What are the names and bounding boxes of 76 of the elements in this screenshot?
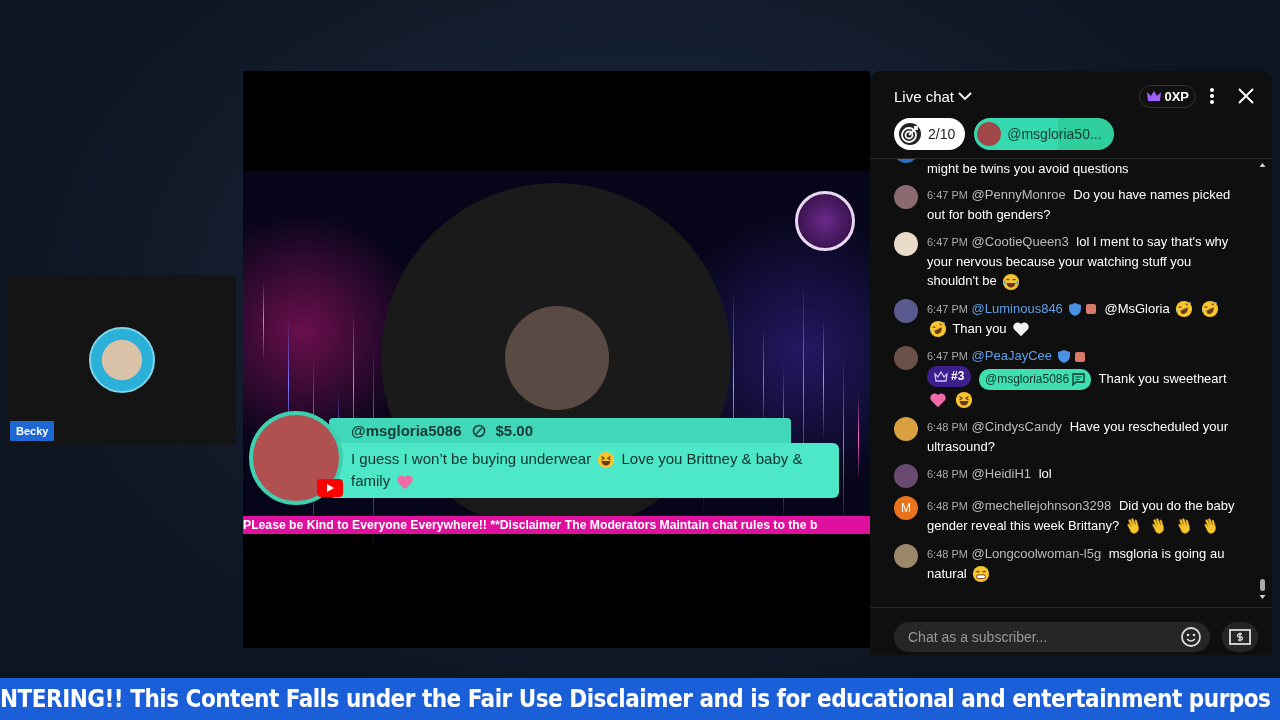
author-name[interactable]: @PeaJayCee xyxy=(971,348,1052,364)
author-name: @msgloria5086 xyxy=(351,422,462,439)
xp-badge[interactable]: 0XP xyxy=(1139,84,1196,108)
message-text: @MsGloria xyxy=(1104,300,1170,316)
member-badge-icon xyxy=(1073,349,1087,364)
message-text: might be twins you avoid questions xyxy=(927,161,1129,176)
goal-chip[interactable]: 2/10 xyxy=(894,118,966,150)
heart-icon xyxy=(1012,320,1031,339)
more-options-icon[interactable] xyxy=(1210,88,1214,104)
moderator-shield-icon xyxy=(1058,350,1070,364)
message-text: I guess I won’t be buying underwear xyxy=(351,450,592,467)
close-icon[interactable] xyxy=(1238,88,1254,104)
emoji-icon[interactable] xyxy=(1180,626,1202,648)
pinned-user-chip[interactable]: @msgloria50... xyxy=(974,118,1114,150)
message-text: your nervous because your watching stuff you xyxy=(927,254,1192,269)
avatar-letter: M xyxy=(901,499,911,517)
super-chat-button[interactable] xyxy=(1222,622,1258,652)
message-time: 6:47 PM xyxy=(927,350,968,363)
author-name[interactable]: @CootieQueen3 xyxy=(971,234,1069,249)
rank-badge: #3 xyxy=(927,366,972,388)
message-text: family xyxy=(351,472,391,489)
message-text: ultrasound? xyxy=(927,439,995,455)
donation-amount: $5.00 xyxy=(495,422,534,439)
author-name[interactable]: @Longcoolwoman-l5g xyxy=(971,545,1102,561)
message-time: 6:48 PM xyxy=(927,547,968,560)
laughing-face-icon xyxy=(1200,300,1219,319)
grinning-face-icon xyxy=(972,565,991,584)
message-text: Than you xyxy=(952,320,1007,336)
message-time: 6:48 PM xyxy=(927,421,968,434)
author-name[interactable]: @CindysCandy xyxy=(971,419,1063,435)
message-text: Love you Brittney & baby & xyxy=(621,450,803,467)
play-icon xyxy=(317,479,343,497)
chat-input-field[interactable]: Chat as a subscriber... xyxy=(894,622,1210,652)
laughing-face-icon xyxy=(1002,272,1021,291)
chat-input[interactable]: Chat as a subscriber... xyxy=(906,628,1180,646)
author-name[interactable]: @PennyMonroe xyxy=(971,187,1066,202)
laughing-face-icon xyxy=(1175,300,1194,319)
author-name[interactable]: @Luminous846 xyxy=(971,300,1063,316)
comment-icon xyxy=(1072,372,1086,386)
mention-chip[interactable]: @msgloria5086 xyxy=(979,368,1092,390)
user-avatar xyxy=(977,122,1002,146)
message-time: 6:48 PM xyxy=(927,468,968,481)
chevron-down-icon xyxy=(958,91,973,101)
verified-icon xyxy=(471,423,486,438)
crown-icon xyxy=(934,370,948,383)
message-time: 6:48 PM xyxy=(927,500,968,513)
message-text: Thank you sweetheart xyxy=(1098,370,1227,386)
live-chat-menu[interactable]: Live chat xyxy=(894,87,973,105)
message-text: lol I ment to say that's why xyxy=(1076,234,1229,249)
target-icon xyxy=(898,122,922,146)
message-text: shouldn't be xyxy=(927,273,997,288)
message-text: out for both genders? xyxy=(927,207,1051,222)
message-time: 6:47 PM xyxy=(927,189,968,201)
laughing-face-icon xyxy=(954,391,973,410)
message-text: Do you have names picked xyxy=(1073,187,1231,202)
scrolling-ticker: PLease be Kind to Everyone Everywhere!! **Disclaimer The Moderators Maintain chat rules to the b xyxy=(243,516,870,534)
heart-icon xyxy=(396,473,415,492)
message-text: msgloria is going au xyxy=(1108,545,1225,561)
message-time: 6:47 PM xyxy=(927,236,968,248)
guest-name-label: Becky xyxy=(10,421,55,441)
heart-icon xyxy=(929,391,947,410)
member-badge-icon xyxy=(1083,302,1098,317)
dollar-bill-icon xyxy=(1229,629,1251,645)
message-text: lol xyxy=(1038,466,1052,482)
author-name[interactable]: @HeidiH1 xyxy=(971,466,1032,482)
message-time: 6:47 PM xyxy=(927,302,968,315)
message-text: gender reveal this week Brittany? xyxy=(927,518,1120,534)
scrolling-ticker: NTERING!! This Content Falls under the Fair Use Disclaimer and is for educational and entertainment purpos xyxy=(0,684,1272,715)
laughing-face-icon xyxy=(597,451,616,470)
message-text: natural xyxy=(927,565,967,581)
laughing-face-icon xyxy=(929,320,947,339)
message-text: Have you rescheduled your xyxy=(1069,419,1228,435)
moderator-shield-icon xyxy=(1068,302,1081,316)
author-name[interactable]: @mechellejohnson3298 xyxy=(971,498,1112,514)
message-text: Did you do the baby xyxy=(1118,498,1235,514)
crown-icon xyxy=(1146,90,1163,102)
